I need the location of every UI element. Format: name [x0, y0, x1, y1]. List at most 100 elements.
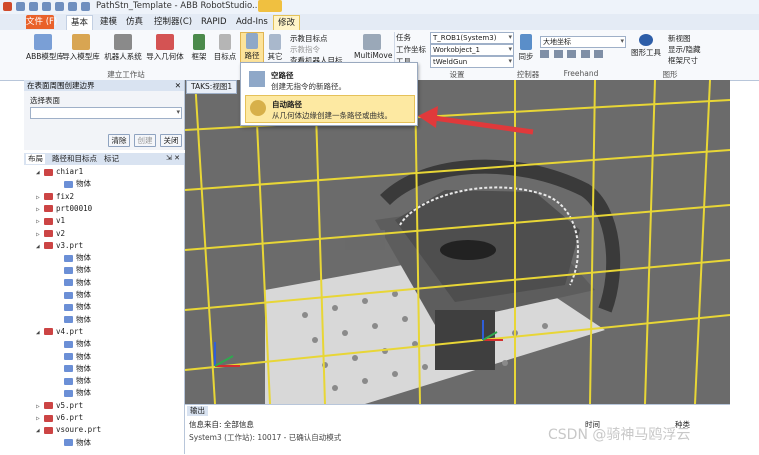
show-hide-button[interactable]: 显示/隐藏 — [668, 44, 701, 55]
tab-addins[interactable]: Add-Ins — [232, 15, 272, 29]
save-icon[interactable] — [16, 2, 25, 11]
teach-instruction-button[interactable]: 示教指令 — [290, 44, 320, 55]
expand-icon[interactable]: ▷ — [36, 229, 44, 241]
other-button[interactable]: 其它 — [264, 34, 286, 62]
expand-icon[interactable]: ▷ — [36, 204, 44, 216]
abb-library-button[interactable]: ABB模型库 — [26, 34, 64, 62]
import-geometry-button[interactable]: 导入几何体 — [146, 34, 184, 62]
tab-home[interactable]: 基本 — [66, 15, 94, 30]
tab-layout[interactable]: 布局 — [26, 154, 45, 164]
expand-icon[interactable]: ▷ — [36, 413, 44, 425]
tree-item[interactable]: 物体 — [24, 289, 91, 301]
create-button[interactable]: 创建 — [134, 134, 156, 147]
tree-item[interactable]: ▷ v1 — [24, 215, 65, 227]
tree-item[interactable]: 物体 — [24, 252, 91, 264]
task-select[interactable]: T_ROB1(System3) — [430, 32, 514, 44]
collapse-icon[interactable]: ◢ — [36, 241, 44, 253]
rotate-icon[interactable] — [553, 50, 563, 58]
tree-item[interactable]: ◢ v4.prt — [24, 326, 83, 338]
tree-item[interactable]: 物体 — [24, 387, 91, 399]
close-button[interactable]: 关闭 — [160, 134, 182, 147]
move-icon[interactable] — [540, 50, 549, 58]
window-title: PathStn_Template - ABB RobotStudio... — [96, 1, 261, 11]
auto-path-desc: 从几何体边缘创建一条路径或曲线。 — [272, 111, 392, 120]
expand-icon[interactable]: ▷ — [36, 216, 44, 228]
group-build-station: 建立工作站 — [107, 70, 145, 79]
freehand-tools[interactable] — [540, 50, 622, 60]
empty-path-item[interactable]: 空路径 创建无指令的新路径。 — [245, 67, 413, 93]
tree-item[interactable]: 物体 — [24, 301, 91, 313]
tree-item[interactable]: ▷ prt00010 — [24, 203, 92, 215]
select-icon[interactable] — [55, 2, 64, 11]
auto-path-item[interactable]: 自动路径 从几何体边缘创建一条路径或曲线。 — [245, 95, 415, 123]
tree-item[interactable]: 物体 — [24, 277, 91, 289]
tool-select[interactable]: tWeldGun — [430, 56, 514, 68]
graphics-tools-button[interactable]: 图形工具 — [628, 34, 664, 58]
tree-item-label: 物体 — [76, 376, 91, 386]
import-library-button[interactable]: 导入模型库 — [62, 34, 100, 62]
snap-icon[interactable] — [68, 2, 77, 11]
collapse-icon[interactable]: ◢ — [36, 167, 44, 179]
output-filter[interactable]: 信息来自: 全部信息 — [189, 419, 254, 430]
tree-item[interactable]: 物体 — [24, 264, 91, 276]
clear-button[interactable]: 清除 — [108, 134, 130, 147]
tree-item[interactable]: 物体 — [24, 178, 91, 190]
tree-item[interactable]: ◢ chiar1 — [24, 166, 83, 178]
body-icon — [64, 353, 73, 360]
autopath-panel: 在表面周围创建边界 ✕ 选择表面 清除 创建 关闭 — [24, 80, 185, 150]
surface-select[interactable] — [30, 107, 182, 119]
tab-paths-targets[interactable]: 路径和目标点 — [50, 154, 99, 164]
jog-linear-icon[interactable] — [567, 50, 577, 58]
tree-item[interactable]: 物体 — [24, 363, 91, 375]
tree-item[interactable]: 物体 — [24, 351, 91, 363]
tree-item[interactable]: 物体 — [24, 338, 91, 350]
frame-size-button[interactable]: 框架尺寸 — [668, 55, 698, 66]
tree-item[interactable]: ▷ v2 — [24, 228, 65, 240]
tab-tags[interactable]: 标记 — [102, 154, 121, 164]
path-button[interactable]: 路径 — [240, 32, 264, 64]
panel-pin-icon[interactable]: ⇲ ✕ — [166, 154, 180, 162]
tab-file[interactable]: 文件 (F) — [26, 15, 57, 29]
panel-close-icon[interactable]: ✕ — [175, 80, 181, 91]
expand-icon[interactable]: ▷ — [36, 401, 44, 413]
tree-item[interactable]: ▷ fix2 — [24, 191, 74, 203]
auto-path-icon — [250, 100, 266, 116]
collapse-icon[interactable]: ◢ — [36, 425, 44, 437]
tab-rapid[interactable]: RAPID — [197, 15, 231, 29]
redo-icon[interactable] — [42, 2, 51, 11]
collapse-icon[interactable]: ◢ — [36, 327, 44, 339]
tree-item[interactable]: ▷ v6.prt — [24, 412, 83, 424]
body-icon — [64, 365, 73, 373]
tab-modeling[interactable]: 建模 — [96, 15, 121, 29]
new-view-button[interactable]: 新视图 — [668, 33, 691, 44]
ribbon-tabs: 文件 (F) 基本 建模 仿真 控制器(C) RAPID Add-Ins 修改 — [0, 14, 759, 30]
import-library-icon — [72, 34, 90, 50]
tree-item-label: 物体 — [76, 290, 91, 299]
layout-panel: 布局 路径和目标点 标记 ⇲ ✕ ◢ chiar1 物体 ▷ fix2 ▷ prt00010… — [24, 153, 208, 454]
output-tab[interactable]: 输出 — [187, 406, 208, 416]
jog-reorient-icon[interactable] — [594, 50, 604, 58]
teach-target-button[interactable]: 示教目标点 — [290, 33, 328, 44]
tree-item[interactable]: ◢ v3.prt — [24, 240, 83, 252]
frame-button[interactable]: 框架 — [188, 34, 210, 62]
tree-item[interactable]: 物体 — [24, 437, 91, 449]
robot-system-button[interactable]: 机器人系统 — [104, 34, 142, 62]
tree-item[interactable]: 物体 — [24, 314, 91, 326]
expand-icon[interactable]: ▷ — [36, 192, 44, 204]
red-arrow-annotation — [418, 106, 534, 135]
tree-item[interactable]: 物体 — [24, 375, 91, 387]
tree-item[interactable]: ◢ vsoure.prt — [24, 424, 101, 436]
undo-icon[interactable] — [29, 2, 38, 11]
customize-icon[interactable] — [81, 2, 90, 11]
workobject-select[interactable]: Workobject_1 — [430, 44, 514, 56]
target-button[interactable]: 目标点 — [212, 34, 238, 62]
tab-modify[interactable]: 修改 — [273, 15, 301, 30]
tab-controller[interactable]: 控制器(C) — [150, 15, 196, 29]
multimove-button[interactable]: MultiMove — [354, 34, 392, 60]
tree-item[interactable]: ▷ v5.prt — [24, 400, 83, 412]
coordinate-select[interactable]: 大地坐标 — [540, 36, 626, 48]
jog-joint-icon[interactable] — [580, 50, 590, 58]
tab-simulation[interactable]: 仿真 — [122, 15, 147, 29]
sync-button[interactable]: 同步 — [516, 34, 536, 62]
viewport-tab[interactable]: TAKS:视图1 — [186, 80, 238, 94]
